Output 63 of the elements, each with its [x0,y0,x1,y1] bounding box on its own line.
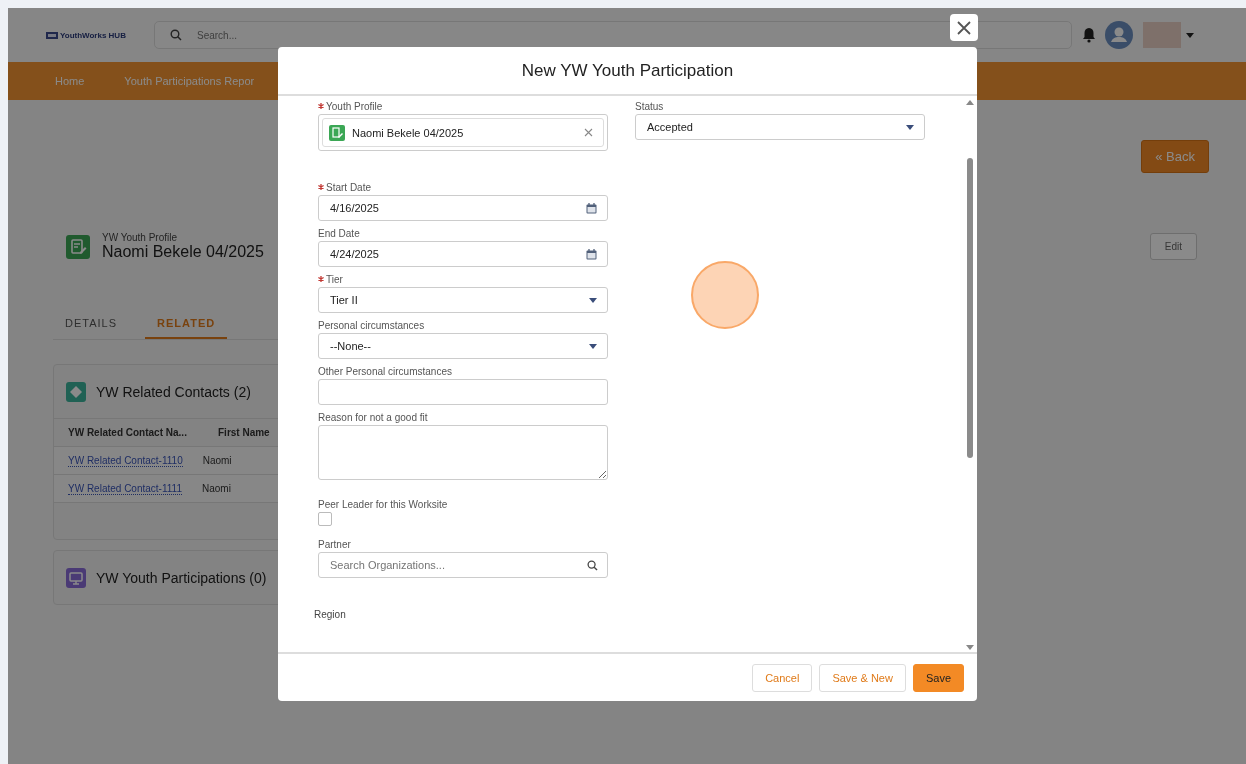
table-cell: Naomi [201,483,231,494]
monitor-icon [66,568,86,588]
card-title[interactable]: YW Youth Participations (0) [96,570,267,586]
card-title[interactable]: YW Related Contacts (2) [96,384,251,400]
search-field[interactable]: Search... [154,21,1072,49]
lookup-field[interactable]: Naomi Bekele 04/2025 [318,114,608,151]
footer-button[interactable]: Cancel [752,663,813,692]
field-label: Personal circumstances [318,319,425,333]
document-icon [66,234,90,259]
search-icon [170,29,182,41]
avatar-icon[interactable] [1105,21,1133,49]
field-value: Accepted [647,121,693,133]
footer-button[interactable]: Save & New [819,663,906,692]
caret-icon[interactable] [1186,32,1194,38]
calendar-icon[interactable] [586,202,597,214]
field-value: --None-- [330,340,371,352]
search-icon [587,560,598,571]
date-field[interactable]: 4/16/2025 [318,195,608,221]
pill-text: Naomi Bekele 04/2025 [352,126,464,139]
close-button[interactable] [950,14,978,41]
calendar-icon[interactable] [586,248,597,260]
dropdown-field[interactable]: Tier II [318,287,608,313]
section-label: Region [314,609,347,620]
field-label: Tier [326,273,343,287]
bell-icon[interactable] [1082,27,1096,43]
text-field[interactable] [318,379,608,405]
tab[interactable]: DETAILS [53,311,130,339]
field-label: Partner [318,538,351,552]
field-value: 4/24/2025 [330,248,379,260]
field-label: Reason for not a good fit [318,411,428,425]
edit-button[interactable]: Edit [1149,233,1197,260]
column-header: First Name [218,427,270,438]
record-link[interactable]: YW Related Contact-1110 [68,454,183,467]
record-type: YW Youth Profile [102,232,179,243]
caret-icon [906,124,914,130]
field-label: Status [635,100,664,114]
close-icon [957,20,971,35]
date-field[interactable]: 4/24/2025 [318,241,608,267]
save-button[interactable]: Save [912,663,964,692]
lookup-search-field[interactable]: Search Organizations... [318,552,608,578]
field-label: Other Personal circumstances [318,365,452,379]
checkbox[interactable] [318,512,332,526]
caret-icon [589,297,597,303]
dropdown-field[interactable]: Accepted [635,114,925,140]
dropdown-field[interactable]: --None-- [318,333,608,359]
scrollbar[interactable] [965,98,975,652]
clear-icon[interactable] [584,128,593,137]
flag-icon [46,31,58,39]
caret-icon [589,343,597,349]
document-icon [329,124,345,141]
table-cell: Naomi [202,455,232,466]
logo[interactable]: YouthWorks HUB [46,30,146,40]
record-name: Naomi Bekele 04/2025 [102,243,264,261]
field-label: End Date [318,227,360,241]
field-value: Tier II [330,294,358,306]
record-link[interactable]: YW Related Contact-1111 [68,482,182,495]
logo-text: YouthWorks HUB [60,30,126,40]
field-value: 4/16/2025 [330,202,379,214]
field-label: Peer Leader for this Worksite [318,498,448,512]
modal-title: New YW Youth Participation [521,60,734,81]
column-header: YW Related Contact Na... [68,427,188,438]
field-label: Start Date [326,181,372,195]
field-label: Youth Profile [326,100,383,114]
